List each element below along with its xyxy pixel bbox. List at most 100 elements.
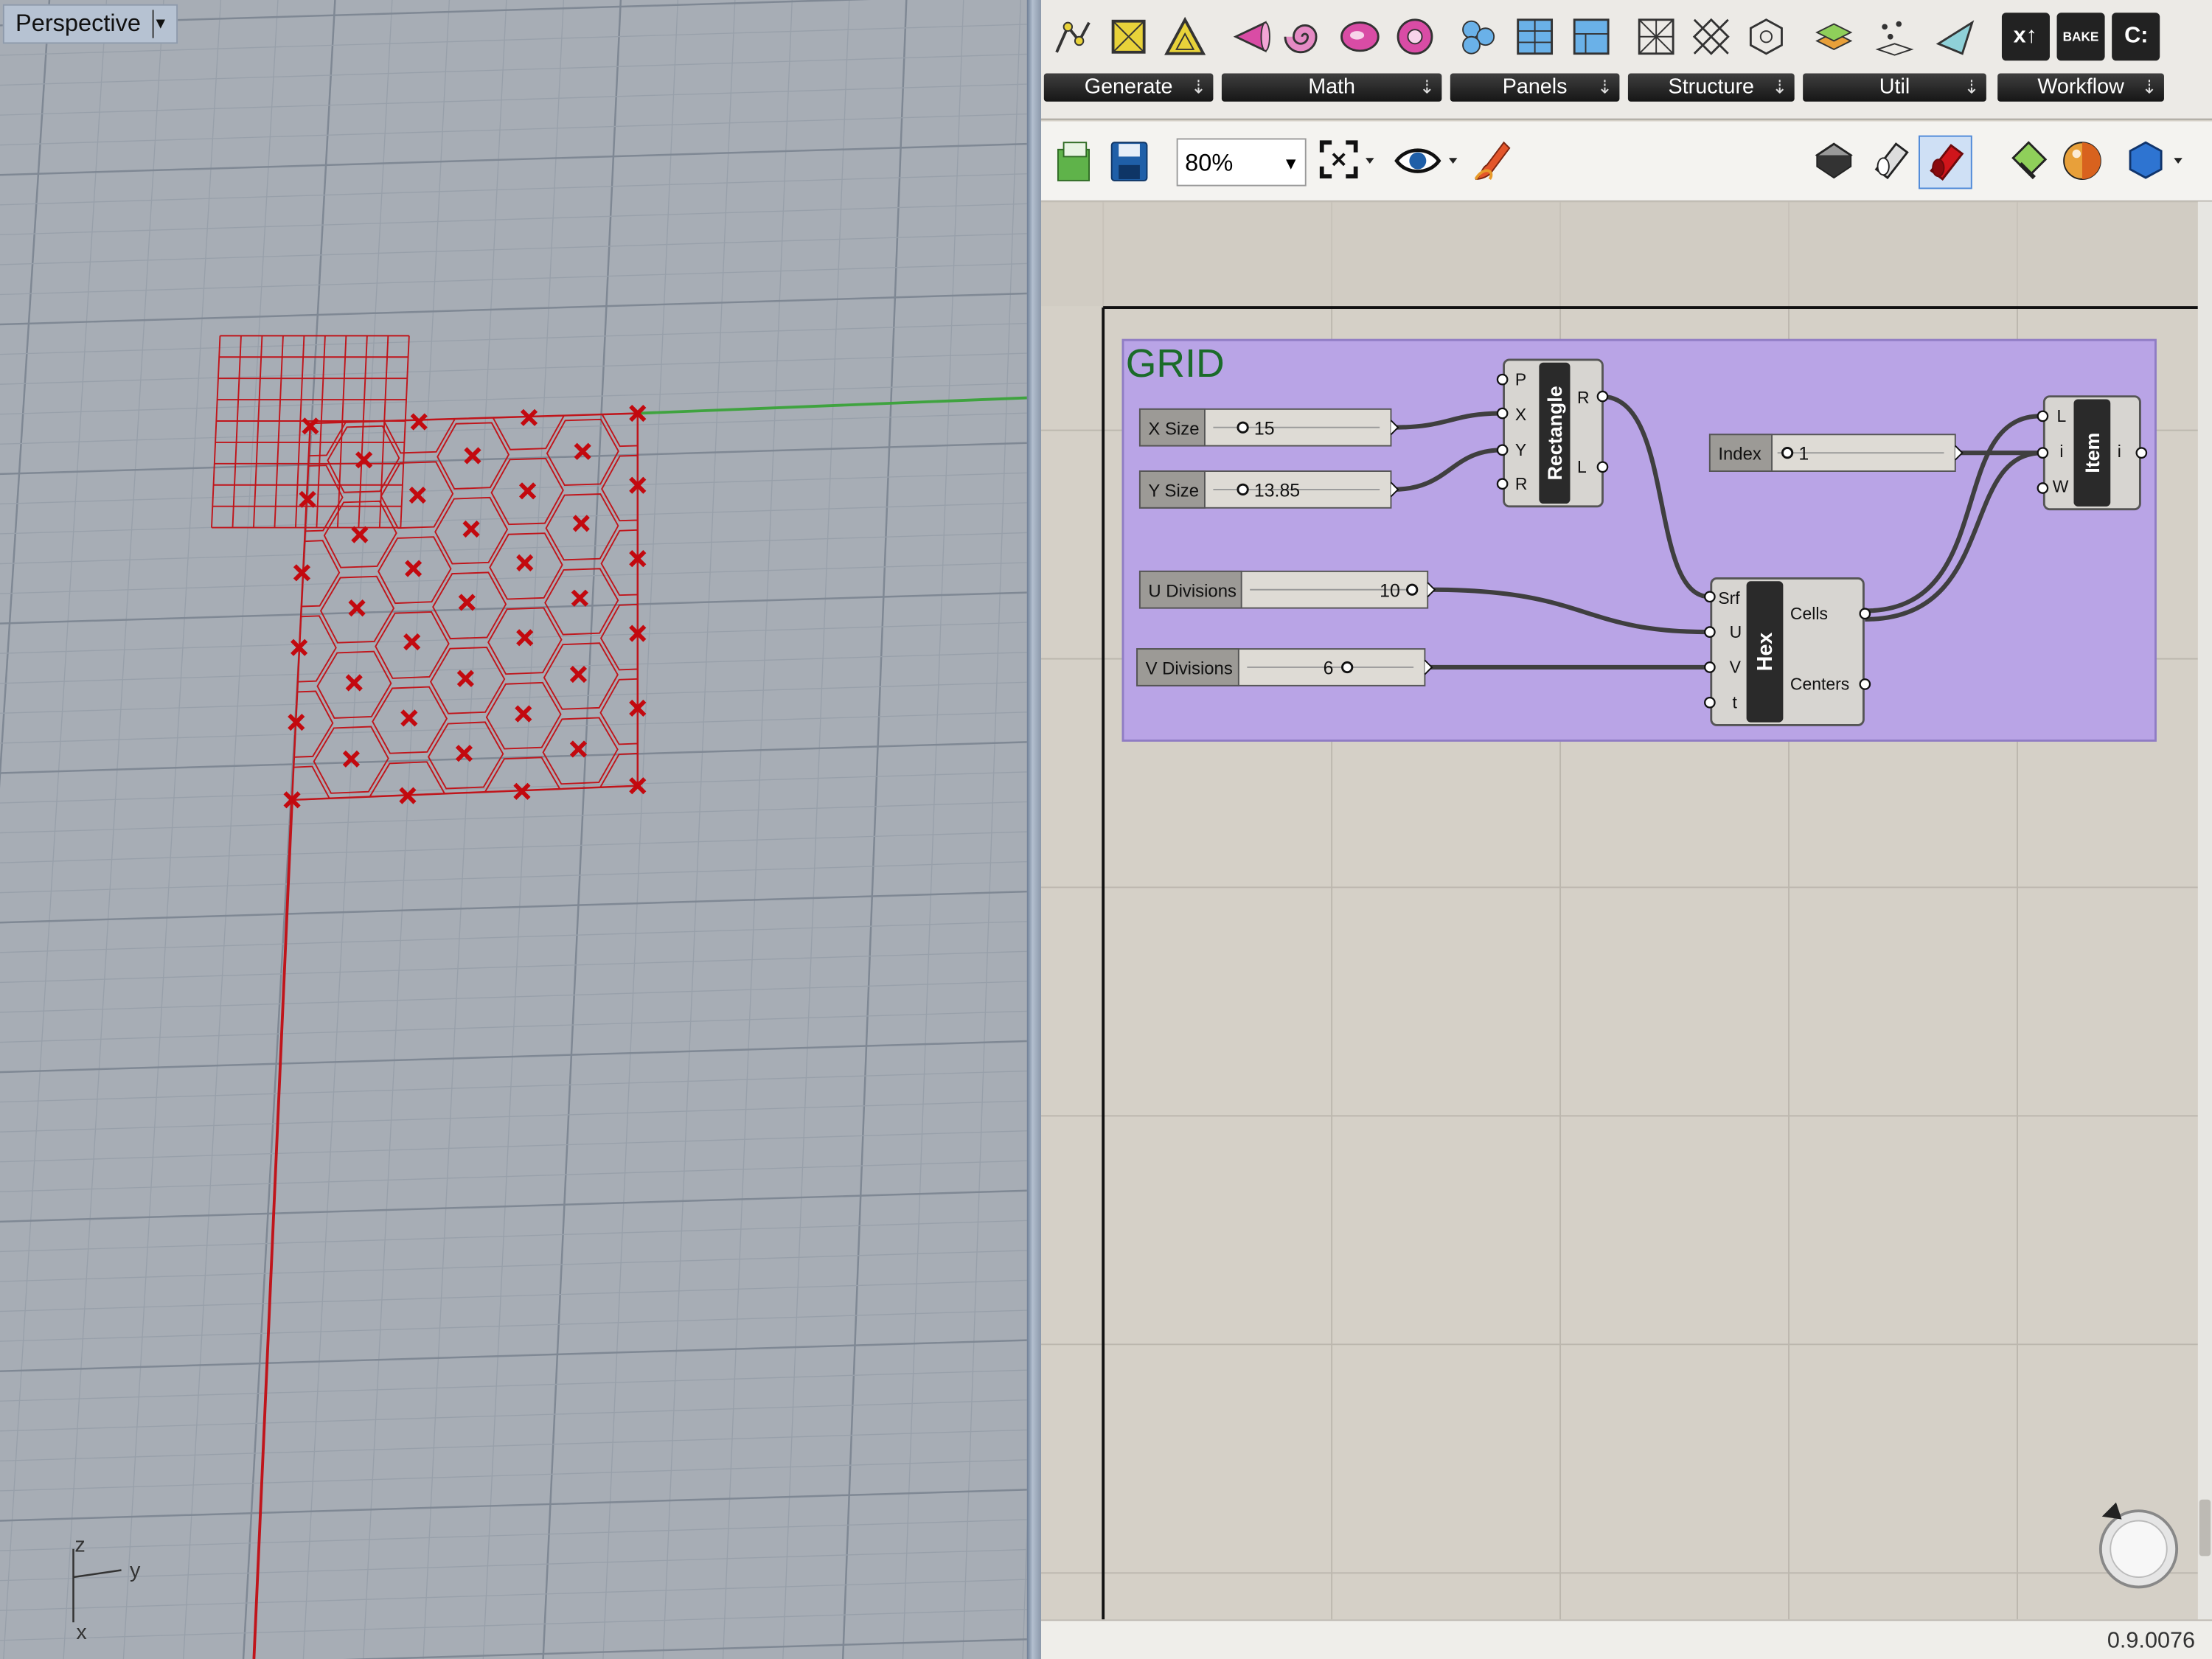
item-input-w: W	[2053, 477, 2069, 496]
u-divisions-slider-handle[interactable]	[1406, 583, 1419, 596]
preview-selected-icon[interactable]	[1919, 135, 1972, 189]
u-divisions-slider[interactable]: U Divisions 10	[1138, 570, 1436, 609]
ribbon-tab-workflow[interactable]: Workflow ⇣	[1997, 73, 2164, 102]
ribbon-tab-util[interactable]: Util ⇣	[1803, 73, 1986, 102]
ribbon-group-math: Math ⇣	[1221, 0, 1442, 102]
hex-input-t: t	[1732, 692, 1737, 712]
scrollbar-thumb[interactable]	[2199, 1499, 2211, 1557]
item-input-l: L	[2057, 406, 2067, 425]
viewport-menu-dropdown-icon[interactable]: ▼	[152, 10, 168, 38]
rectangle-input-r: R	[1515, 474, 1528, 493]
zoom-extents-icon[interactable]	[1315, 136, 1382, 187]
rhino-viewport[interactable]: z y x Perspective ▼	[0, 0, 1027, 1659]
ribbon-tab-structure[interactable]: Structure ⇣	[1627, 73, 1795, 102]
preview-wire-icon[interactable]	[1809, 136, 1860, 187]
triangle-icon[interactable]	[1161, 13, 1209, 60]
points-icon[interactable]	[1871, 13, 1919, 60]
panel-grid-icon[interactable]	[1511, 13, 1559, 60]
ribbon-group-workflow: x↑ BAKE C: Workflow ⇣	[1997, 0, 2164, 102]
zoom-select[interactable]: 80% ▼	[1176, 138, 1307, 187]
paint-bucket-icon[interactable]	[2003, 136, 2054, 187]
hex-output-centers: Centers	[1790, 675, 1849, 694]
blob-icon[interactable]	[1335, 13, 1383, 60]
construction-grid	[0, 0, 1027, 1659]
rectangle-output-r: R	[1577, 388, 1590, 407]
y-size-slider-label: Y Size	[1148, 481, 1199, 501]
ribbon-group-generate: Generate ⇣	[1043, 0, 1214, 102]
rectangle-output-l: L	[1577, 457, 1587, 476]
ribbon-tab-math[interactable]: Math ⇣	[1221, 73, 1442, 102]
ribbon-tab-panels[interactable]: Panels ⇣	[1450, 73, 1620, 102]
rectangle-component-title: Rectangle	[1544, 386, 1566, 480]
u-divisions-slider-value: 10	[1380, 580, 1400, 601]
ribbon-group-structure: Structure ⇣	[1627, 0, 1795, 102]
quad-icon[interactable]	[1105, 13, 1152, 60]
rectangle-input-p: P	[1515, 369, 1526, 389]
x-size-slider-handle[interactable]	[1237, 421, 1249, 434]
ribbon-group-util: Util ⇣	[1803, 0, 1986, 102]
plane-icon[interactable]	[1932, 13, 1980, 60]
canvas-toolbar: 80% ▼	[1040, 121, 2212, 202]
x-size-slider[interactable]: X Size 15	[1138, 408, 1399, 447]
rectangle-component[interactable]: Rectangle P X Y R R L	[1496, 358, 1609, 508]
preview-eye-icon[interactable]	[1391, 136, 1464, 187]
bake-geometry-icon[interactable]	[2122, 136, 2193, 187]
spiral-icon[interactable]	[1280, 13, 1328, 60]
y-size-slider[interactable]: Y Size 13.85	[1138, 470, 1399, 509]
zoom-dropdown-icon[interactable]: ▼	[1282, 139, 1299, 187]
hex-structure-icon[interactable]	[1742, 13, 1790, 60]
save-file-icon[interactable]	[1103, 136, 1154, 187]
hex-input-u: U	[1730, 622, 1742, 641]
axis-x-label: x	[76, 1621, 87, 1644]
index-slider-label: Index	[1718, 445, 1761, 465]
panel-split-icon[interactable]	[1568, 13, 1615, 60]
y-size-slider-handle[interactable]	[1237, 483, 1249, 496]
hex-input-srf: Srf	[1718, 588, 1740, 608]
layers-icon[interactable]	[1809, 13, 1857, 60]
viewport-title-tab[interactable]: Perspective ▼	[2, 4, 178, 44]
item-component-title: Item	[2081, 433, 2104, 473]
pick-points-icon[interactable]	[1048, 13, 1096, 60]
v-divisions-slider[interactable]: V Divisions 6	[1136, 648, 1433, 686]
status-bar: 0.9.0076	[1040, 1619, 2212, 1659]
zoom-value: 80%	[1185, 149, 1234, 177]
item-component[interactable]: Item L i W i	[2037, 395, 2148, 511]
canvas-navigation-widget[interactable]	[2098, 1502, 2179, 1589]
grasshopper-window: Generate ⇣ Math ⇣ Panels ⇣ Structure ⇣ U…	[1040, 0, 2212, 1659]
lattice-icon[interactable]	[1687, 13, 1735, 60]
rectangle-input-x: X	[1515, 405, 1526, 424]
cone-icon[interactable]	[1225, 13, 1273, 60]
torus-icon[interactable]	[1391, 13, 1439, 60]
v-divisions-slider-label: V Divisions	[1146, 659, 1233, 679]
cells-icon[interactable]	[1455, 13, 1503, 60]
item-output-i: i	[2118, 442, 2121, 461]
preview-shaded-icon[interactable]	[1865, 136, 1916, 187]
sketch-brush-icon[interactable]	[1467, 136, 1518, 187]
index-slider-handle[interactable]	[1781, 447, 1794, 459]
bake-icon[interactable]: BAKE	[2056, 13, 2105, 61]
hex-component[interactable]: Hex Srf U V t Cells Centers	[1704, 577, 1871, 726]
rectangle-input-y: Y	[1515, 440, 1526, 459]
axis-y-label: y	[130, 1559, 141, 1582]
hex-component-title: Hex	[1753, 633, 1777, 672]
group-title: GRID	[1126, 342, 1225, 386]
axis-z-label: z	[74, 1534, 85, 1557]
version-label: 0.9.0076	[2107, 1629, 2196, 1654]
v-divisions-slider-handle[interactable]	[1341, 661, 1354, 674]
grasshopper-canvas[interactable]: GRID X Size 15 Y Size 13.85 U Divisions …	[1040, 201, 2198, 1620]
y-size-slider-value: 13.85	[1254, 480, 1300, 501]
screen: z y x Perspective ▼ Generate ⇣ Math ⇣ Pa…	[0, 0, 2212, 1659]
command-icon[interactable]: C:	[2112, 13, 2160, 61]
axis-gizmo	[72, 1548, 122, 1623]
material-sphere-icon[interactable]	[2057, 136, 2108, 187]
open-file-icon[interactable]	[1049, 136, 1100, 187]
ribbon-tab-generate[interactable]: Generate ⇣	[1043, 73, 1214, 102]
panel-splitter[interactable]	[1026, 0, 1041, 1659]
export-icon[interactable]: x↑	[2001, 13, 2050, 61]
component-ribbon: Generate ⇣ Math ⇣ Panels ⇣ Structure ⇣ U…	[1040, 0, 2212, 120]
ribbon-group-panels: Panels ⇣	[1450, 0, 1620, 102]
mesh-structure-icon[interactable]	[1632, 13, 1680, 60]
index-slider[interactable]: Index 1	[1708, 434, 1964, 472]
canvas-vertical-scrollbar[interactable]	[2197, 201, 2212, 1620]
hex-output-cells: Cells	[1790, 604, 1828, 623]
